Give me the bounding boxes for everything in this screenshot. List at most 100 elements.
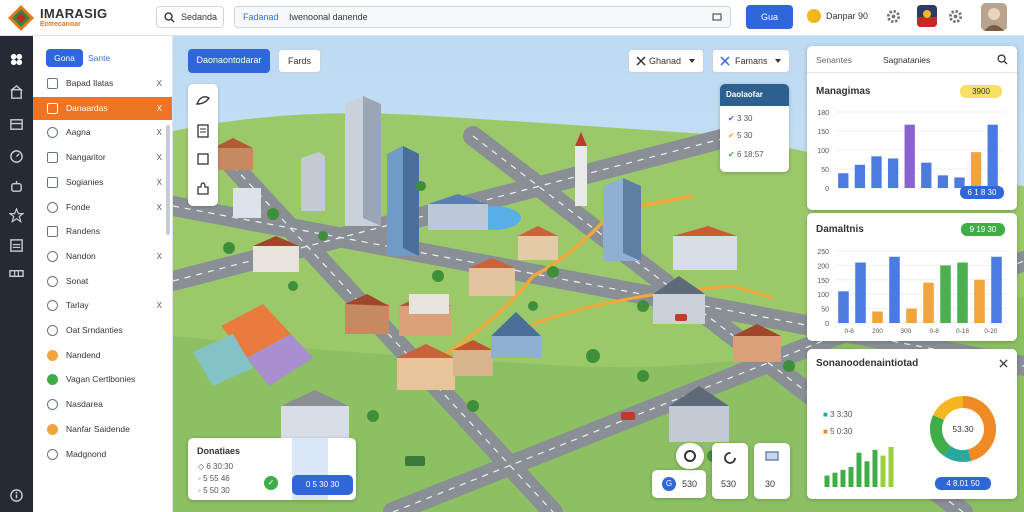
refresh-icon [724, 452, 736, 464]
bar [889, 256, 900, 323]
chevron-down-icon [775, 59, 781, 63]
sidebar-item-label: Nandend [66, 349, 101, 360]
bar [906, 308, 917, 323]
user-avatar[interactable] [981, 3, 1007, 31]
app-subtitle: Entrecanoar [40, 21, 81, 28]
sidebar-tab-1[interactable]: Sante [88, 49, 110, 67]
close-icon[interactable]: X [157, 196, 162, 219]
close-icon[interactable]: X [157, 294, 162, 317]
sidebar-item-7[interactable]: Nandon X [33, 245, 172, 268]
bar [854, 164, 866, 188]
sidebar-item-label: Madgnond [66, 448, 107, 459]
layers-icon[interactable] [9, 117, 24, 132]
orange-dot-icon [47, 349, 58, 361]
sidebar-item-label: Nandon [66, 250, 96, 261]
circle-icon [47, 325, 58, 336]
doc-icon [47, 102, 58, 114]
bar [824, 475, 830, 487]
donut-pill[interactable]: 4 8.01 50 [935, 477, 991, 490]
sidebar-item-12[interactable]: Vagan Certlbonies [33, 368, 172, 391]
green-dot-icon [47, 374, 58, 386]
close-icon[interactable]: X [157, 121, 162, 144]
close-icon[interactable]: X [157, 245, 162, 268]
stats-card-3: Sonanoodenaintiotad ■ 3 3:30 ■ 5 0:30 53… [807, 349, 1017, 499]
map-zoom-button[interactable] [676, 443, 704, 469]
logo-icon [8, 5, 34, 31]
chart2-bars: 250 200 150 100 50 0 0-6 200 300 0-8 0-18 0-20 [817, 249, 1007, 335]
sidebar-item-2[interactable]: Aagna X [33, 121, 172, 144]
close-icon[interactable]: X [157, 97, 162, 120]
sidebar-item-1[interactable]: Danaardas X [33, 96, 172, 120]
sidebar-scrollbar[interactable] [166, 125, 170, 235]
search-icon[interactable] [997, 54, 1008, 65]
list-icon[interactable] [9, 238, 24, 253]
sidebar-item-3[interactable]: Nangaritor X [33, 146, 172, 169]
info-card-button[interactable]: 0 5 30 30 [292, 475, 353, 495]
sidebar-item-15[interactable]: Madgnond [33, 443, 172, 466]
stats-tab-1[interactable]: Senantes [816, 55, 852, 65]
settings-icon[interactable] [948, 9, 963, 24]
sidebar-tab-0[interactable]: Gona [46, 49, 83, 67]
stats-card-1: Senantes Sagnatanies Managimas 3900 180 1… [807, 46, 1017, 210]
robot-icon[interactable] [9, 179, 24, 194]
chart1-pill[interactable]: 6 1 8 30 [960, 186, 1004, 199]
expand-icon[interactable] [712, 12, 722, 22]
star-icon[interactable] [9, 208, 24, 223]
orange-dot-icon [47, 423, 58, 435]
document-icon[interactable] [196, 124, 210, 138]
dropdown-2[interactable]: Famans [712, 49, 790, 73]
sidebar-item-10[interactable]: Oat Srndanties [33, 319, 172, 342]
close-icon[interactable]: X [157, 146, 162, 169]
close-icon[interactable] [999, 359, 1008, 368]
map-button-2[interactable]: 530 [712, 443, 748, 499]
home-icon[interactable] [9, 85, 24, 100]
y-tick-label: 100 [817, 148, 829, 155]
stats-tab-2[interactable]: Sagnatanies [883, 55, 930, 65]
y-tick-label: 150 [817, 278, 829, 285]
sidebar-item-4[interactable]: Sogianies X [33, 171, 172, 194]
sidebar-item-0[interactable]: Bapad Ilatas X [33, 72, 172, 95]
compass-icon[interactable] [9, 149, 24, 164]
primary-map-button[interactable]: Daonaontodarar [188, 49, 270, 73]
legend-row-2: 6 18:57 [736, 150, 764, 159]
secondary-map-button[interactable]: Fards [278, 49, 321, 73]
sidebar-item-6[interactable]: Randens [33, 220, 172, 243]
check-icon[interactable]: ✓ [264, 476, 278, 490]
map-button-1[interactable]: G 530 [652, 470, 706, 498]
y-tick-label: 100 [817, 292, 829, 299]
sidebar-item-9[interactable]: Tarlay X [33, 294, 172, 317]
go-button[interactable]: Gua [746, 5, 793, 29]
draw-icon[interactable] [195, 92, 211, 108]
sidebar-item-13[interactable]: Nasdarea [33, 393, 172, 416]
apps-icon[interactable] [9, 52, 24, 67]
square-icon[interactable] [196, 152, 210, 166]
sidebar-item-label: Randens [66, 226, 101, 237]
puzzle-icon[interactable] [195, 181, 211, 197]
sidebar-item-5[interactable]: Fonde X [33, 196, 172, 219]
map-button-3[interactable]: 30 [754, 443, 790, 499]
close-icon[interactable]: X [157, 72, 162, 95]
circle-icon [47, 399, 58, 411]
sidebar-item-label: Nanfar Saidende [66, 423, 130, 434]
doc-icon [47, 152, 58, 164]
sidebar-item-label: Nangaritor [66, 152, 106, 163]
flag-avatar[interactable] [917, 5, 937, 27]
bar [838, 173, 849, 188]
donut-center-label: 53.30 [952, 424, 974, 434]
x-tick-label: 0-18 [956, 328, 969, 335]
sidebar-item-label: Vagan Certlbonies [66, 374, 136, 385]
grid-icon[interactable] [9, 266, 24, 281]
doc-icon [47, 78, 58, 89]
close-icon[interactable]: X [157, 171, 162, 194]
sidebar-item-8[interactable]: Sonat [33, 270, 172, 293]
sidebar-item-11[interactable]: Nandend [33, 344, 172, 367]
dropdown-1[interactable]: Ghanad [628, 49, 704, 73]
address-bar[interactable]: Fadanad Iwenoonal danende [234, 6, 731, 28]
info-icon[interactable] [9, 488, 24, 503]
gear-icon[interactable] [886, 9, 901, 24]
sidebar-item-14[interactable]: Nanfar Saidende [33, 418, 172, 441]
search-button[interactable]: Sedanda [156, 6, 224, 28]
app-title: IMARASIG [40, 6, 108, 21]
icon-rail [0, 36, 33, 512]
x-tick-label: 0-20 [984, 328, 997, 335]
